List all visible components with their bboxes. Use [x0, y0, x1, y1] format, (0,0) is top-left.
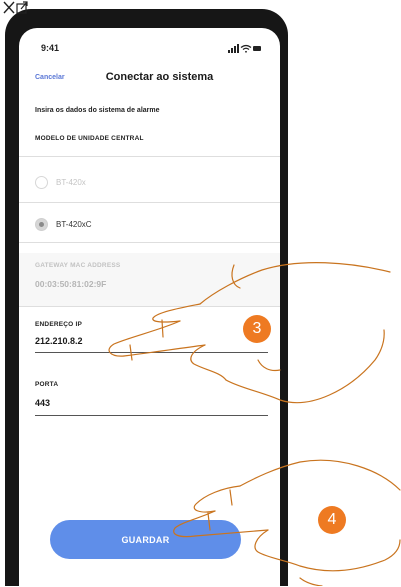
port-underline — [35, 415, 268, 416]
close-icon[interactable] — [3, 1, 15, 14]
step-4-badge: 4 — [318, 506, 346, 534]
ip-address-label: ENDEREÇO IP — [35, 321, 82, 328]
ip-address-field[interactable]: 212.210.8.2 — [35, 336, 83, 346]
status-icons — [228, 44, 261, 53]
radio-option-bt420x[interactable]: BT-420x — [35, 172, 86, 192]
ip-address-underline — [35, 352, 268, 353]
status-time: 9:41 — [41, 43, 60, 53]
radio-button-bt420xc[interactable] — [35, 217, 48, 231]
page-title-text: Conectar ao sistema — [105, 71, 214, 83]
model-section-label: MODELO DE UNIDADE CENTRAL — [35, 135, 144, 142]
wifi-icon — [240, 44, 252, 53]
external-link-icon[interactable] — [16, 1, 28, 14]
top-icons — [3, 1, 28, 14]
radio-option-bt420xc[interactable]: BT-420xC — [35, 214, 92, 234]
gateway-mac-value: 00:03:50:81:02:9F — [35, 279, 107, 289]
phone-frame: 9:41 Cancelar Conectar ao sistema Insira… — [5, 9, 288, 587]
port-label: PORTA — [35, 381, 59, 388]
signal-icon — [228, 44, 239, 53]
gateway-mac-label: GATEWAY MAC ADDRESS — [35, 262, 121, 269]
divider — [19, 242, 280, 243]
port-field[interactable]: 443 — [35, 398, 50, 408]
app-screen: 9:41 Cancelar Conectar ao sistema Insira… — [19, 28, 280, 587]
radio-button-bt420x[interactable] — [35, 175, 48, 189]
divider — [19, 306, 280, 307]
radio-label-bt420xc: BT-420xC — [56, 219, 92, 229]
divider — [19, 156, 280, 157]
page-title: Conectar ao sistema — [19, 71, 280, 83]
battery-icon — [253, 46, 261, 51]
save-button[interactable]: GUARDAR — [50, 520, 241, 559]
radio-label-bt420x: BT-420x — [56, 177, 86, 187]
divider — [19, 202, 280, 203]
instruction-text: Insira os dados do sistema de alarme — [35, 107, 160, 114]
step-3-badge: 3 — [243, 315, 271, 343]
